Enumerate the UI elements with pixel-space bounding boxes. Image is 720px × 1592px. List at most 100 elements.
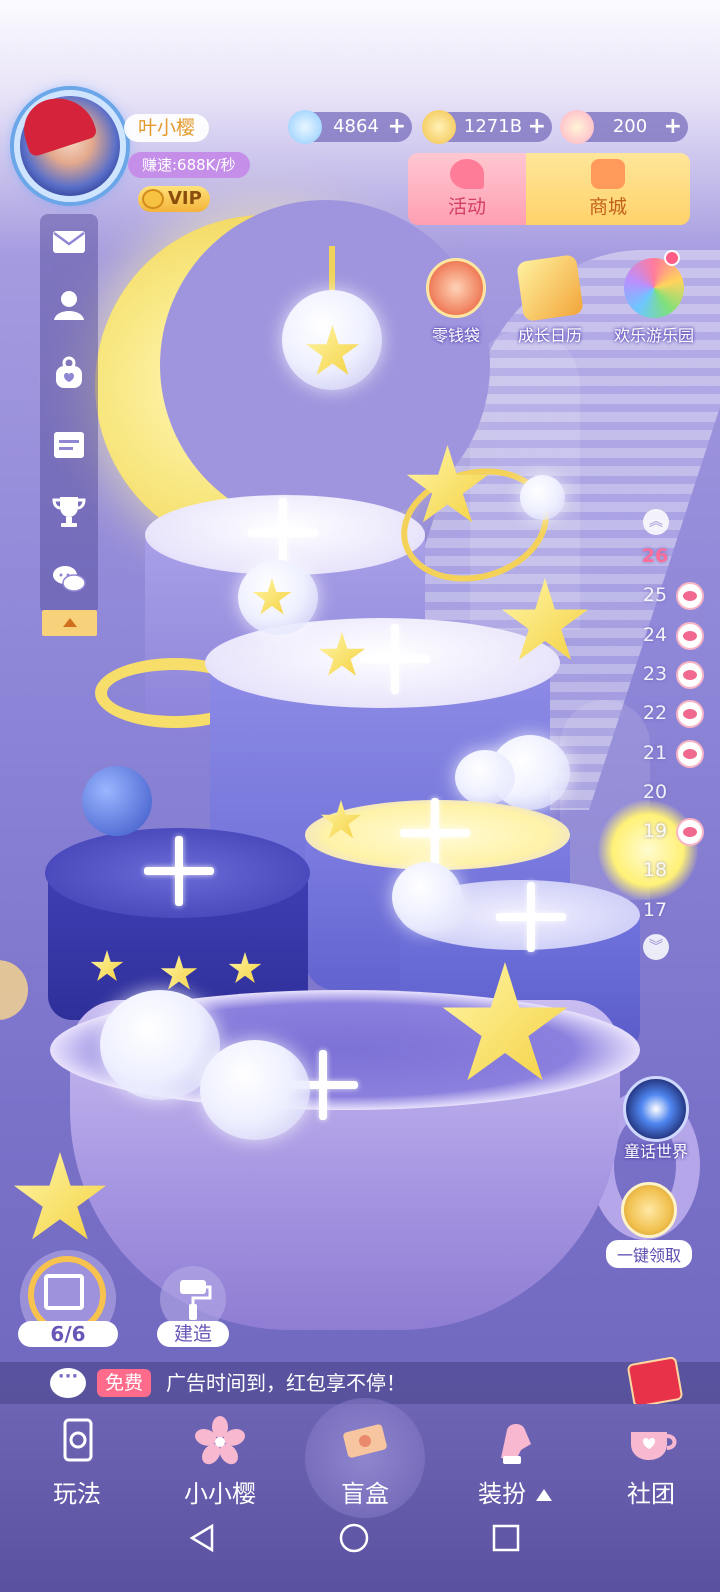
floor-number[interactable]: 20 xyxy=(640,781,670,803)
nav-club[interactable]: 社团 xyxy=(596,1414,706,1509)
player-name[interactable]: 叶小樱 xyxy=(124,114,210,142)
chat-bubble-icon xyxy=(50,1366,86,1398)
trophy-icon xyxy=(52,497,86,527)
friends-button[interactable] xyxy=(50,286,88,324)
expand-up-icon[interactable] xyxy=(536,1489,552,1501)
growth-calendar-icon xyxy=(516,254,584,322)
growth-calendar-button[interactable]: 成长日历 xyxy=(500,254,600,346)
cat-bubble xyxy=(455,750,515,805)
floor-reward-pig-icon[interactable] xyxy=(676,622,704,650)
floor-number[interactable]: 17 xyxy=(640,899,670,921)
chat-button[interactable] xyxy=(50,560,88,598)
recents-square-icon[interactable] xyxy=(490,1522,522,1554)
fairy-world-label: 童话世界 xyxy=(623,1142,688,1161)
cat-bubble xyxy=(200,1040,310,1140)
currency-value: 1271B xyxy=(463,116,523,137)
snowflake-gem-icon xyxy=(288,110,322,144)
build-slot-plus[interactable] xyxy=(400,798,470,868)
glowing-orb xyxy=(598,800,698,900)
currency-value: 4864 xyxy=(333,116,379,137)
pearl-ornament xyxy=(520,475,565,520)
add-gem-button[interactable]: + xyxy=(388,112,406,142)
floor-reward-pig-icon[interactable] xyxy=(676,740,704,768)
floor-number[interactable]: 26 xyxy=(640,545,670,567)
left-sidebar xyxy=(40,214,98,614)
cat-bubble xyxy=(392,862,462,932)
nav-gameplay[interactable]: 玩法 xyxy=(22,1414,132,1509)
nav-little-sakura[interactable]: 小小樱 xyxy=(165,1414,275,1509)
fairy-world-button[interactable]: 童话世界 xyxy=(606,1076,706,1162)
floor-number[interactable]: 23 xyxy=(640,663,670,685)
outfit-glove-icon xyxy=(487,1414,543,1470)
notification-heart-dot xyxy=(664,250,680,266)
notice-board-button[interactable] xyxy=(50,424,88,462)
floor-scroll-up-icon[interactable]: ︽ xyxy=(643,509,669,535)
nav-label: 社团 xyxy=(627,1480,675,1508)
fairy-world-icon xyxy=(623,1076,689,1142)
chat-icon xyxy=(53,566,86,592)
build-slot-plus[interactable] xyxy=(144,836,214,906)
coin-purse-icon xyxy=(426,258,486,318)
add-star-button[interactable]: + xyxy=(664,112,682,142)
currency-gem[interactable]: 4864 + xyxy=(288,110,412,144)
earn-speed: 赚速:688K/秒 xyxy=(128,152,250,178)
floor-scroll-down-icon[interactable]: ︾ xyxy=(643,934,669,960)
sidebar-collapse-button[interactable] xyxy=(42,610,97,636)
coin-collect-icon xyxy=(621,1182,677,1238)
vip-crown-icon xyxy=(142,189,164,209)
nav-dress-up[interactable]: 装扮 xyxy=(460,1414,570,1509)
blind-box-ticket-icon xyxy=(337,1414,393,1470)
floor-number[interactable]: 18 xyxy=(640,859,670,881)
floor-number[interactable]: 25 xyxy=(640,584,670,606)
floor-reward-pig-icon[interactable] xyxy=(676,661,704,689)
feature-label: 零钱袋 xyxy=(431,326,480,345)
mail-icon xyxy=(53,231,85,253)
build-slot-plus[interactable] xyxy=(360,624,430,694)
shop-button[interactable]: 商城 xyxy=(526,153,690,225)
floor-number[interactable]: 19 xyxy=(640,820,670,842)
nav-label-text: 装扮 xyxy=(478,1480,526,1508)
collect-all-label: 一键领取 xyxy=(606,1240,692,1268)
shopping-cart-icon xyxy=(591,159,625,189)
back-triangle-icon[interactable] xyxy=(186,1522,218,1554)
red-packet-icon[interactable] xyxy=(626,1355,684,1409)
heart-teacup-icon xyxy=(623,1414,679,1470)
nav-label: 装扮 xyxy=(460,1474,570,1509)
vip-badge[interactable]: VIP xyxy=(138,186,210,212)
amusement-park-button[interactable]: 欢乐游乐园 xyxy=(604,258,704,346)
feature-label: 欢乐游乐园 xyxy=(613,326,694,345)
floor-number[interactable]: 24 xyxy=(640,624,670,646)
trophy-button[interactable] xyxy=(50,492,88,530)
build-slot-plus[interactable] xyxy=(496,882,566,952)
currency-star[interactable]: 200 + xyxy=(560,110,688,144)
add-coin-button[interactable]: + xyxy=(528,112,546,142)
mail-button[interactable] xyxy=(50,222,88,260)
floor-reward-pig-icon[interactable] xyxy=(676,700,704,728)
gift-box-icon xyxy=(44,1274,84,1310)
free-tag: 免费 xyxy=(97,1369,152,1397)
collect-all-button[interactable]: 一键领取 xyxy=(606,1182,692,1268)
home-circle-icon[interactable] xyxy=(338,1522,370,1554)
shop-label: 商城 xyxy=(588,196,627,218)
pet-bag-button[interactable] xyxy=(50,354,88,392)
floor-number[interactable]: 21 xyxy=(640,742,670,764)
nav-blind-box[interactable]: 盲盒 xyxy=(310,1414,420,1509)
nav-label: 盲盒 xyxy=(341,1480,389,1508)
floor-reward-pig-icon[interactable] xyxy=(676,582,704,610)
vip-label: VIP xyxy=(168,188,202,209)
build-slot-plus[interactable] xyxy=(248,498,318,568)
currency-coin[interactable]: 1271B + xyxy=(422,110,552,144)
wing-icon xyxy=(450,159,484,189)
hide-ui-eye-icon[interactable] xyxy=(0,960,28,1020)
build-label: 建造 xyxy=(157,1321,229,1347)
nav-label: 小小樱 xyxy=(184,1480,256,1508)
coin-purse-button[interactable]: 零钱袋 xyxy=(406,258,506,346)
friends-icon xyxy=(54,291,84,320)
floor-number[interactable]: 22 xyxy=(640,702,670,724)
activity-label: 活动 xyxy=(447,196,486,218)
feature-label: 成长日历 xyxy=(517,326,582,345)
floor-reward-pig-icon[interactable] xyxy=(676,818,704,846)
gift-count: 6/6 xyxy=(18,1321,118,1347)
activity-button[interactable]: 活动 xyxy=(408,153,526,225)
currency-value: 200 xyxy=(612,116,648,137)
